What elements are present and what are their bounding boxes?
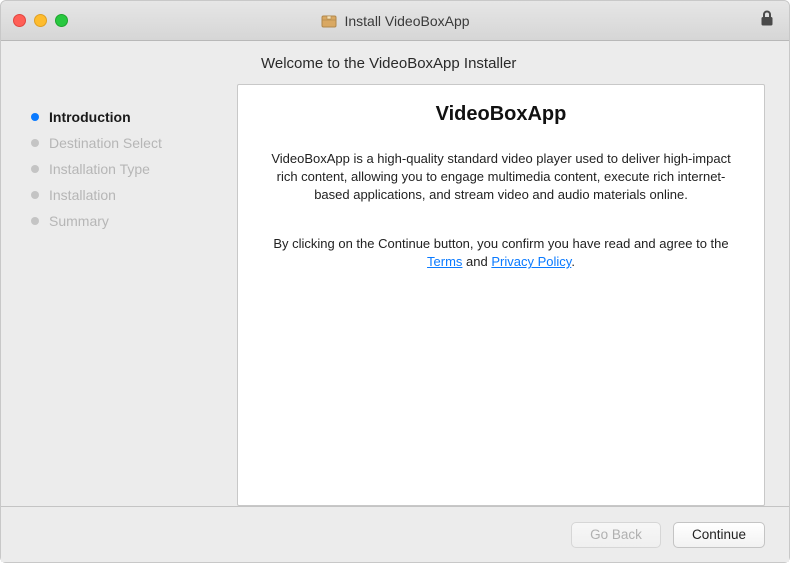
window-title: Install VideoBoxApp: [344, 13, 469, 29]
installer-window: Install VideoBoxApp Welcome to the Video…: [0, 0, 790, 563]
step-summary: Summary: [31, 208, 237, 234]
close-icon[interactable]: [13, 14, 26, 27]
content-title: VideoBoxApp: [260, 103, 742, 126]
window-controls: [1, 14, 68, 27]
agree-and: and: [462, 254, 491, 269]
bullet-icon: [31, 217, 39, 225]
minimize-icon[interactable]: [34, 14, 47, 27]
step-installation-type: Installation Type: [31, 156, 237, 182]
terms-link[interactable]: Terms: [427, 254, 462, 269]
main-area: Introduction Destination Select Installa…: [1, 84, 789, 506]
bullet-icon: [31, 113, 39, 121]
content-description: VideoBoxApp is a high-quality standard v…: [260, 150, 742, 205]
bullet-icon: [31, 191, 39, 199]
bullet-icon: [31, 165, 39, 173]
agree-period: .: [571, 254, 575, 269]
step-label: Installation Type: [49, 161, 150, 177]
titlebar: Install VideoBoxApp: [1, 1, 789, 41]
step-label: Destination Select: [49, 135, 162, 151]
agreement-text: By clicking on the Continue button, you …: [260, 235, 742, 273]
step-label: Introduction: [49, 109, 131, 125]
step-installation: Installation: [31, 182, 237, 208]
step-label: Installation: [49, 187, 116, 203]
zoom-icon[interactable]: [55, 14, 68, 27]
bullet-icon: [31, 139, 39, 147]
go-back-button: Go Back: [571, 522, 661, 548]
footer: Go Back Continue: [1, 506, 789, 562]
window-body: Welcome to the VideoBoxApp Installer Int…: [1, 41, 789, 562]
step-destination-select: Destination Select: [31, 130, 237, 156]
steps-sidebar: Introduction Destination Select Installa…: [27, 84, 237, 506]
step-introduction: Introduction: [31, 104, 237, 130]
privacy-policy-link[interactable]: Privacy Policy: [491, 254, 571, 269]
window-title-area: Install VideoBoxApp: [1, 12, 789, 30]
lock-icon[interactable]: [759, 9, 775, 32]
agree-pre: By clicking on the Continue button, you …: [273, 236, 728, 251]
continue-button[interactable]: Continue: [673, 522, 765, 548]
content-pane: VideoBoxApp VideoBoxApp is a high-qualit…: [237, 84, 765, 506]
step-label: Summary: [49, 213, 109, 229]
package-icon: [320, 12, 338, 30]
page-title: Welcome to the VideoBoxApp Installer: [1, 41, 789, 84]
